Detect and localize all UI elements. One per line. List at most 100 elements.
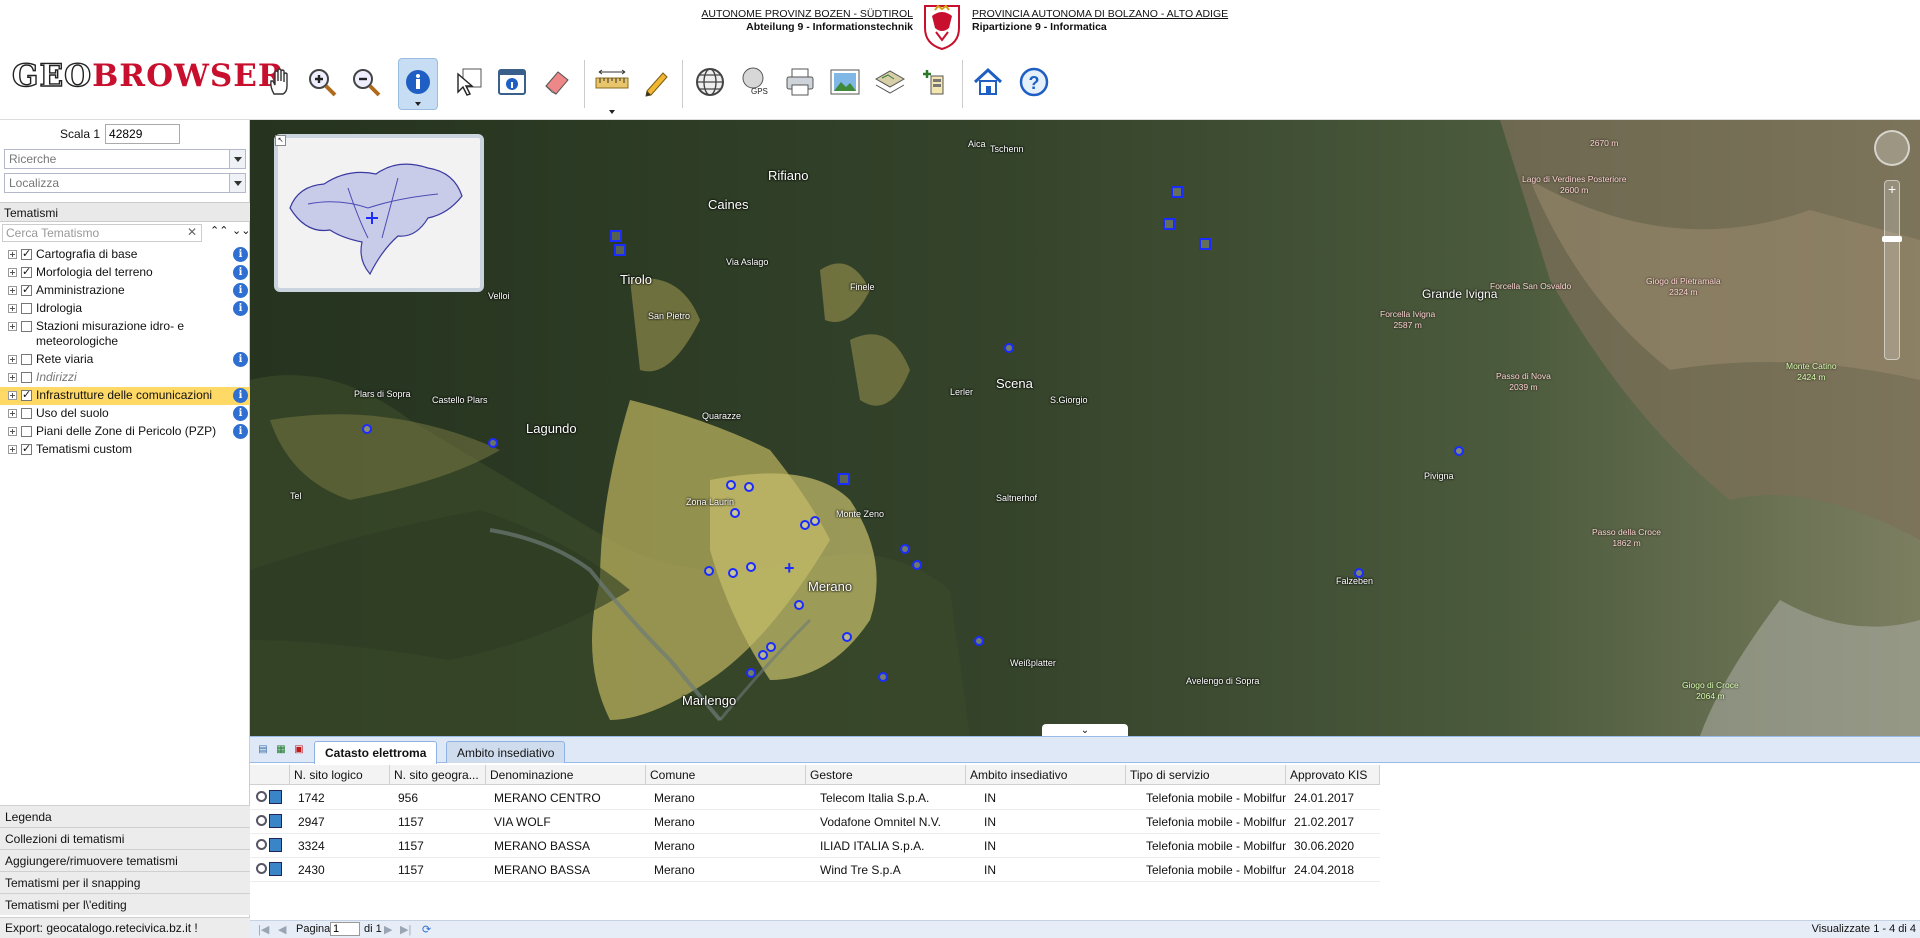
expand-plus-icon[interactable] xyxy=(8,355,17,364)
details-icon[interactable] xyxy=(269,838,282,852)
accordion-aggiungere[interactable]: Aggiungere/rimuovere tematismi xyxy=(0,849,250,871)
themes-header[interactable]: Tematismi xyxy=(0,202,250,222)
expand-plus-icon[interactable] xyxy=(8,391,17,400)
zoom-in-button[interactable] xyxy=(302,62,342,102)
zoom-to-icon[interactable] xyxy=(256,839,267,850)
column-header[interactable]: Denominazione xyxy=(486,765,646,785)
antenna-site-marker[interactable] xyxy=(1354,568,1364,578)
locate-combo[interactable]: Localizza xyxy=(4,173,246,193)
column-header[interactable]: Gestore xyxy=(806,765,966,785)
expand-plus-icon[interactable] xyxy=(8,286,17,295)
tree-item-custom[interactable]: Tematismi custom xyxy=(0,441,250,459)
expand-plus-icon[interactable] xyxy=(8,250,17,259)
export-excel-icon[interactable]: ▦ xyxy=(274,743,288,757)
pan-control-icon[interactable] xyxy=(1874,130,1910,166)
add-layer-button[interactable] xyxy=(915,62,955,102)
globe-button[interactable] xyxy=(690,62,730,102)
help-button[interactable]: ? xyxy=(1014,62,1054,102)
tree-item-infrastrutture[interactable]: Infrastrutture delle comunicazioni i xyxy=(0,387,250,405)
details-icon[interactable] xyxy=(269,862,282,876)
accordion-editing[interactable]: Tematismi per l\'editing xyxy=(0,893,250,915)
layer-checkbox[interactable] xyxy=(21,372,32,383)
expand-plus-icon[interactable] xyxy=(8,409,17,418)
zoom-plus-icon[interactable]: + xyxy=(1888,181,1896,197)
antenna-site-marker[interactable] xyxy=(614,244,626,256)
zoom-to-icon[interactable] xyxy=(256,815,267,826)
zoom-to-icon[interactable] xyxy=(256,791,267,802)
draw-button[interactable] xyxy=(636,62,676,102)
minimize-overview-icon[interactable]: ↖ xyxy=(275,135,286,146)
info-icon[interactable]: i xyxy=(233,352,248,367)
antenna-site-marker[interactable] xyxy=(810,516,820,526)
tree-item-idrologia[interactable]: Idrologia i xyxy=(0,300,250,318)
antenna-site-marker[interactable] xyxy=(878,672,888,682)
tab-catasto-elettroma[interactable]: Catasto elettroma xyxy=(314,741,438,764)
tree-item-uso-suolo[interactable]: Uso del suolo i xyxy=(0,405,250,423)
window-info-button[interactable] xyxy=(492,62,532,102)
layer-checkbox[interactable] xyxy=(21,426,32,437)
info-icon[interactable]: i xyxy=(233,265,248,280)
column-header[interactable]: Comune xyxy=(646,765,806,785)
layer-checkbox[interactable] xyxy=(21,442,32,457)
antenna-site-marker[interactable] xyxy=(900,544,910,554)
column-header[interactable]: Ambito insediativo xyxy=(966,765,1126,785)
tree-item-rete-viaria[interactable]: Rete viaria i xyxy=(0,351,250,369)
antenna-site-marker[interactable] xyxy=(838,473,850,485)
info-icon[interactable]: i xyxy=(233,247,248,262)
tree-item-amministrazione[interactable]: Amministrazione i xyxy=(0,282,250,300)
expand-plus-icon[interactable] xyxy=(8,445,17,454)
antenna-site-marker[interactable] xyxy=(794,600,804,610)
accordion-collezioni[interactable]: Collezioni di tematismi xyxy=(0,827,250,849)
export-word-icon[interactable]: ▤ xyxy=(256,743,270,757)
collapse-all-icon[interactable]: ⌃⌃ xyxy=(210,224,228,237)
dropdown-arrow-icon[interactable] xyxy=(415,102,421,106)
select-button[interactable] xyxy=(448,62,488,102)
export-pdf-icon[interactable]: ▣ xyxy=(292,743,306,757)
layer-checkbox[interactable] xyxy=(21,247,32,262)
antenna-site-marker[interactable] xyxy=(730,508,740,518)
zoom-slider[interactable]: + xyxy=(1882,180,1902,360)
overview-map[interactable]: ↖ xyxy=(274,134,484,292)
zoom-slider-handle[interactable] xyxy=(1882,236,1902,242)
antenna-site-marker[interactable] xyxy=(758,650,768,660)
zoom-to-icon[interactable] xyxy=(256,863,267,874)
table-row[interactable]: 2430 1157 MERANO BASSA Merano Wind Tre S… xyxy=(250,858,1380,882)
clear-icon[interactable]: ✕ xyxy=(187,225,197,239)
info-icon[interactable]: i xyxy=(233,424,248,439)
antenna-site-marker[interactable] xyxy=(912,560,922,570)
eraser-button[interactable] xyxy=(536,62,576,102)
dropdown-arrow-icon[interactable] xyxy=(609,110,615,114)
tree-item-stazioni[interactable]: Stazioni misurazione idro- e meteorologi… xyxy=(0,318,250,351)
layer-checkbox[interactable] xyxy=(21,283,32,298)
details-icon[interactable] xyxy=(269,814,282,828)
antenna-site-marker[interactable] xyxy=(362,424,372,434)
pan-hand-button[interactable] xyxy=(260,62,300,102)
expand-plus-icon[interactable] xyxy=(8,373,17,382)
expand-plus-icon[interactable] xyxy=(8,322,17,331)
tree-item-pzp[interactable]: Piani delle Zone di Pericolo (PZP) i xyxy=(0,423,250,441)
layer-checkbox[interactable] xyxy=(21,408,32,419)
last-page-icon[interactable]: ▶| xyxy=(400,923,411,936)
tree-item-indirizzi[interactable]: Indirizzi xyxy=(0,369,250,387)
table-row[interactable]: 3324 1157 MERANO BASSA Merano ILIAD ITAL… xyxy=(250,834,1380,858)
column-header[interactable]: Tipo di servizio xyxy=(1126,765,1286,785)
antenna-site-marker[interactable] xyxy=(728,568,738,578)
accordion-snapping[interactable]: Tematismi per il snapping xyxy=(0,871,250,893)
expand-plus-icon[interactable] xyxy=(8,304,17,313)
prev-page-icon[interactable]: ◀ xyxy=(278,923,286,936)
expand-plus-icon[interactable] xyxy=(8,268,17,277)
antenna-site-marker[interactable] xyxy=(610,230,622,242)
export-link[interactable]: Export: geocatalogo.retecivica.bz.it ! xyxy=(0,917,250,938)
theme-search-input[interactable]: Cerca Tematismo ✕ xyxy=(2,224,202,242)
antenna-site-marker[interactable] xyxy=(1004,343,1014,353)
expand-plus-icon[interactable] xyxy=(8,427,17,436)
collapse-grid-chevron-icon[interactable]: ⌄ xyxy=(1042,724,1128,736)
column-header[interactable]: N. sito geogra... xyxy=(390,765,486,785)
info-icon[interactable]: i xyxy=(233,283,248,298)
refresh-icon[interactable]: ⟳ xyxy=(422,923,431,936)
antenna-site-marker[interactable] xyxy=(842,632,852,642)
chevron-down-icon[interactable] xyxy=(229,150,245,168)
info-icon[interactable]: i xyxy=(233,388,248,403)
layer-checkbox[interactable] xyxy=(21,388,32,403)
print-button[interactable] xyxy=(780,62,820,102)
